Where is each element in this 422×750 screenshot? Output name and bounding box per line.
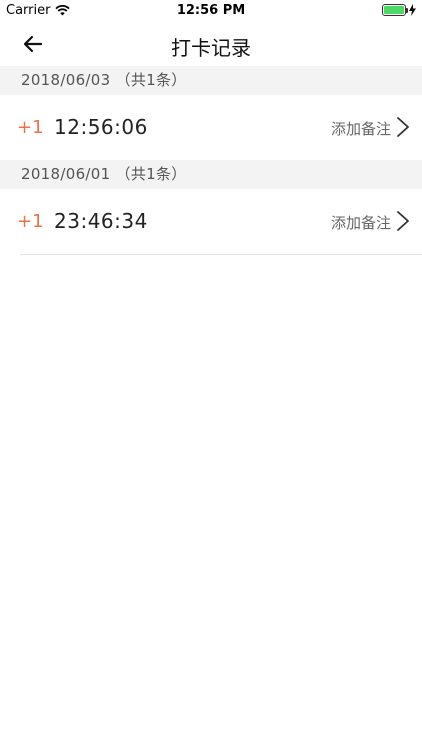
section-header-date: 2018/06/03 （共1条） [0, 66, 422, 95]
nav-bar: 打卡记录 [0, 22, 422, 66]
page-title: 打卡记录 [171, 36, 251, 60]
status-time: 12:56 PM [176, 3, 246, 18]
status-bar: Carrier 12:56 PM [0, 0, 422, 22]
battery-fill [384, 6, 404, 14]
battery-cap [406, 8, 408, 13]
record-time: 23:46:34 [54, 209, 148, 233]
record-plus-count: +1 [17, 117, 44, 138]
record-time: 12:56:06 [54, 115, 148, 139]
record-plus-count: +1 [17, 211, 44, 232]
charging-bolt-icon [409, 4, 416, 16]
add-note-label[interactable]: 添加备注 [331, 118, 391, 139]
section-header-date: 2018/06/01 （共1条） [0, 160, 422, 189]
chevron-right-icon [397, 211, 409, 231]
record-row[interactable]: +1 23:46:34 添加备注 [0, 189, 422, 255]
chevron-right-icon [397, 117, 409, 137]
row-divider [20, 254, 422, 255]
status-right [382, 4, 416, 16]
battery-icon [382, 4, 408, 16]
add-note-label[interactable]: 添加备注 [331, 212, 391, 233]
record-row[interactable]: +1 12:56:06 添加备注 [0, 95, 422, 161]
